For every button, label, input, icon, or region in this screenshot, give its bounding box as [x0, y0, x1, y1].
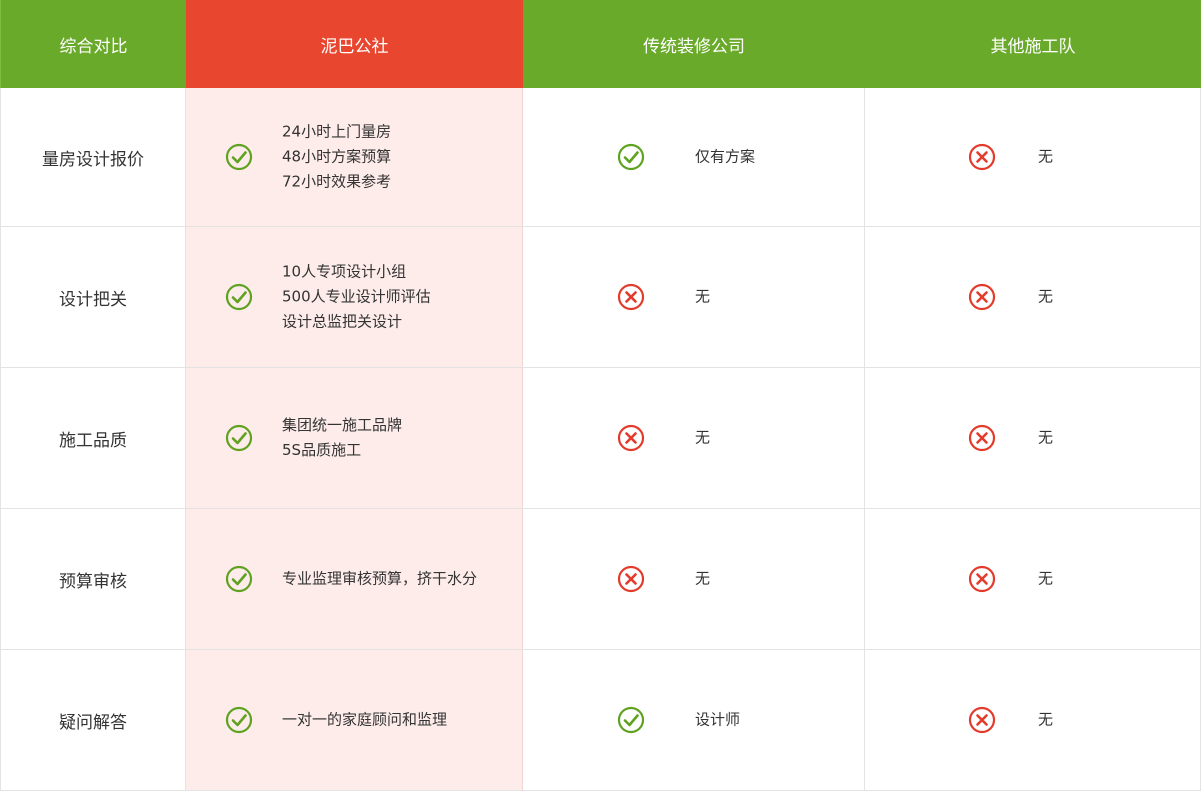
- description-line: 10人专项设计小组: [282, 262, 407, 281]
- brand-cell: 集团统一施工品牌 5S品质施工: [186, 368, 523, 509]
- description-line: 集团统一施工品牌: [282, 416, 403, 434]
- row-label: 预算审核: [0, 509, 186, 650]
- header-traditional: 传统装修公司: [523, 0, 865, 88]
- other-cell: 无: [865, 227, 1201, 368]
- cross-icon: [617, 424, 645, 452]
- description-line: 5S品质施工: [282, 441, 362, 459]
- check-icon: [617, 143, 645, 171]
- other-description: 无: [1038, 285, 1053, 310]
- other-cell: 无: [865, 650, 1201, 791]
- description-line: 无: [695, 287, 711, 306]
- row-label: 量房设计报价: [0, 88, 186, 227]
- cross-icon: [968, 706, 996, 734]
- cross-icon: [968, 565, 996, 593]
- description-line: 仅有方案: [695, 147, 756, 166]
- other-description: 无: [1038, 567, 1053, 592]
- brand-description: 24小时上门量房 48小时方案预算 72小时效果参考: [282, 120, 391, 195]
- check-icon: [225, 706, 253, 734]
- brand-description: 一对一的家庭顾问和监理: [282, 708, 447, 733]
- other-description: 无: [1038, 708, 1053, 733]
- trad-description: 仅有方案: [695, 145, 755, 170]
- other-description: 无: [1038, 145, 1053, 170]
- description-line: 无: [695, 569, 711, 588]
- trad-description: 设计师: [695, 708, 740, 733]
- brand-cell: 专业监理审核预算，挤干水分: [186, 509, 523, 650]
- description-line: 24小时上门量房: [282, 122, 392, 141]
- description-line: 无: [1038, 428, 1054, 447]
- description-line: 无: [1038, 710, 1054, 729]
- trad-cell: 设计师: [523, 650, 865, 791]
- description-line: 无: [695, 428, 711, 447]
- description-line: 专业监理审核预算，挤干水分: [282, 569, 478, 588]
- description-line: 48小时方案预算: [282, 147, 392, 166]
- trad-cell: 仅有方案: [523, 88, 865, 227]
- cross-icon: [968, 143, 996, 171]
- cross-icon: [968, 424, 996, 452]
- header-other: 其他施工队: [865, 0, 1201, 88]
- trad-description: 无: [695, 426, 710, 451]
- check-icon: [225, 565, 253, 593]
- check-icon: [225, 283, 253, 311]
- cross-icon: [968, 283, 996, 311]
- trad-cell: 无: [523, 509, 865, 650]
- other-description: 无: [1038, 426, 1053, 451]
- brand-cell: 10人专项设计小组 500人专业设计师评估 设计总监把关设计: [186, 227, 523, 368]
- description-line: 一对一的家庭顾问和监理: [282, 710, 448, 729]
- brand-description: 专业监理审核预算，挤干水分: [282, 567, 477, 592]
- header-brand: 泥巴公社: [186, 0, 523, 88]
- header-comparison: 综合对比: [0, 0, 186, 88]
- other-cell: 无: [865, 509, 1201, 650]
- cross-icon: [617, 283, 645, 311]
- brand-cell: 一对一的家庭顾问和监理: [186, 650, 523, 791]
- brand-cell: 24小时上门量房 48小时方案预算 72小时效果参考: [186, 88, 523, 227]
- check-icon: [225, 424, 253, 452]
- check-icon: [617, 706, 645, 734]
- comparison-table: 综合对比 泥巴公社 传统装修公司 其他施工队 量房设计报价 24小时上门量房 48小…: [0, 0, 1201, 791]
- other-cell: 无: [865, 368, 1201, 509]
- trad-description: 无: [695, 285, 710, 310]
- trad-description: 无: [695, 567, 710, 592]
- brand-description: 10人专项设计小组 500人专业设计师评估 设计总监把关设计: [282, 260, 431, 335]
- description-line: 无: [1038, 147, 1054, 166]
- cross-icon: [617, 565, 645, 593]
- check-icon: [225, 143, 253, 171]
- trad-cell: 无: [523, 227, 865, 368]
- brand-description: 集团统一施工品牌 5S品质施工: [282, 413, 402, 463]
- description-line: 无: [1038, 569, 1054, 588]
- row-label: 疑问解答: [0, 650, 186, 791]
- description-line: 500人专业设计师评估: [282, 287, 431, 306]
- description-line: 设计师: [695, 710, 741, 729]
- description-line: 设计总监把关设计: [282, 312, 403, 331]
- description-line: 72小时效果参考: [282, 172, 392, 191]
- row-label: 设计把关: [0, 227, 186, 368]
- description-line: 无: [1038, 287, 1054, 306]
- other-cell: 无: [865, 88, 1201, 227]
- row-label: 施工品质: [0, 368, 186, 509]
- trad-cell: 无: [523, 368, 865, 509]
